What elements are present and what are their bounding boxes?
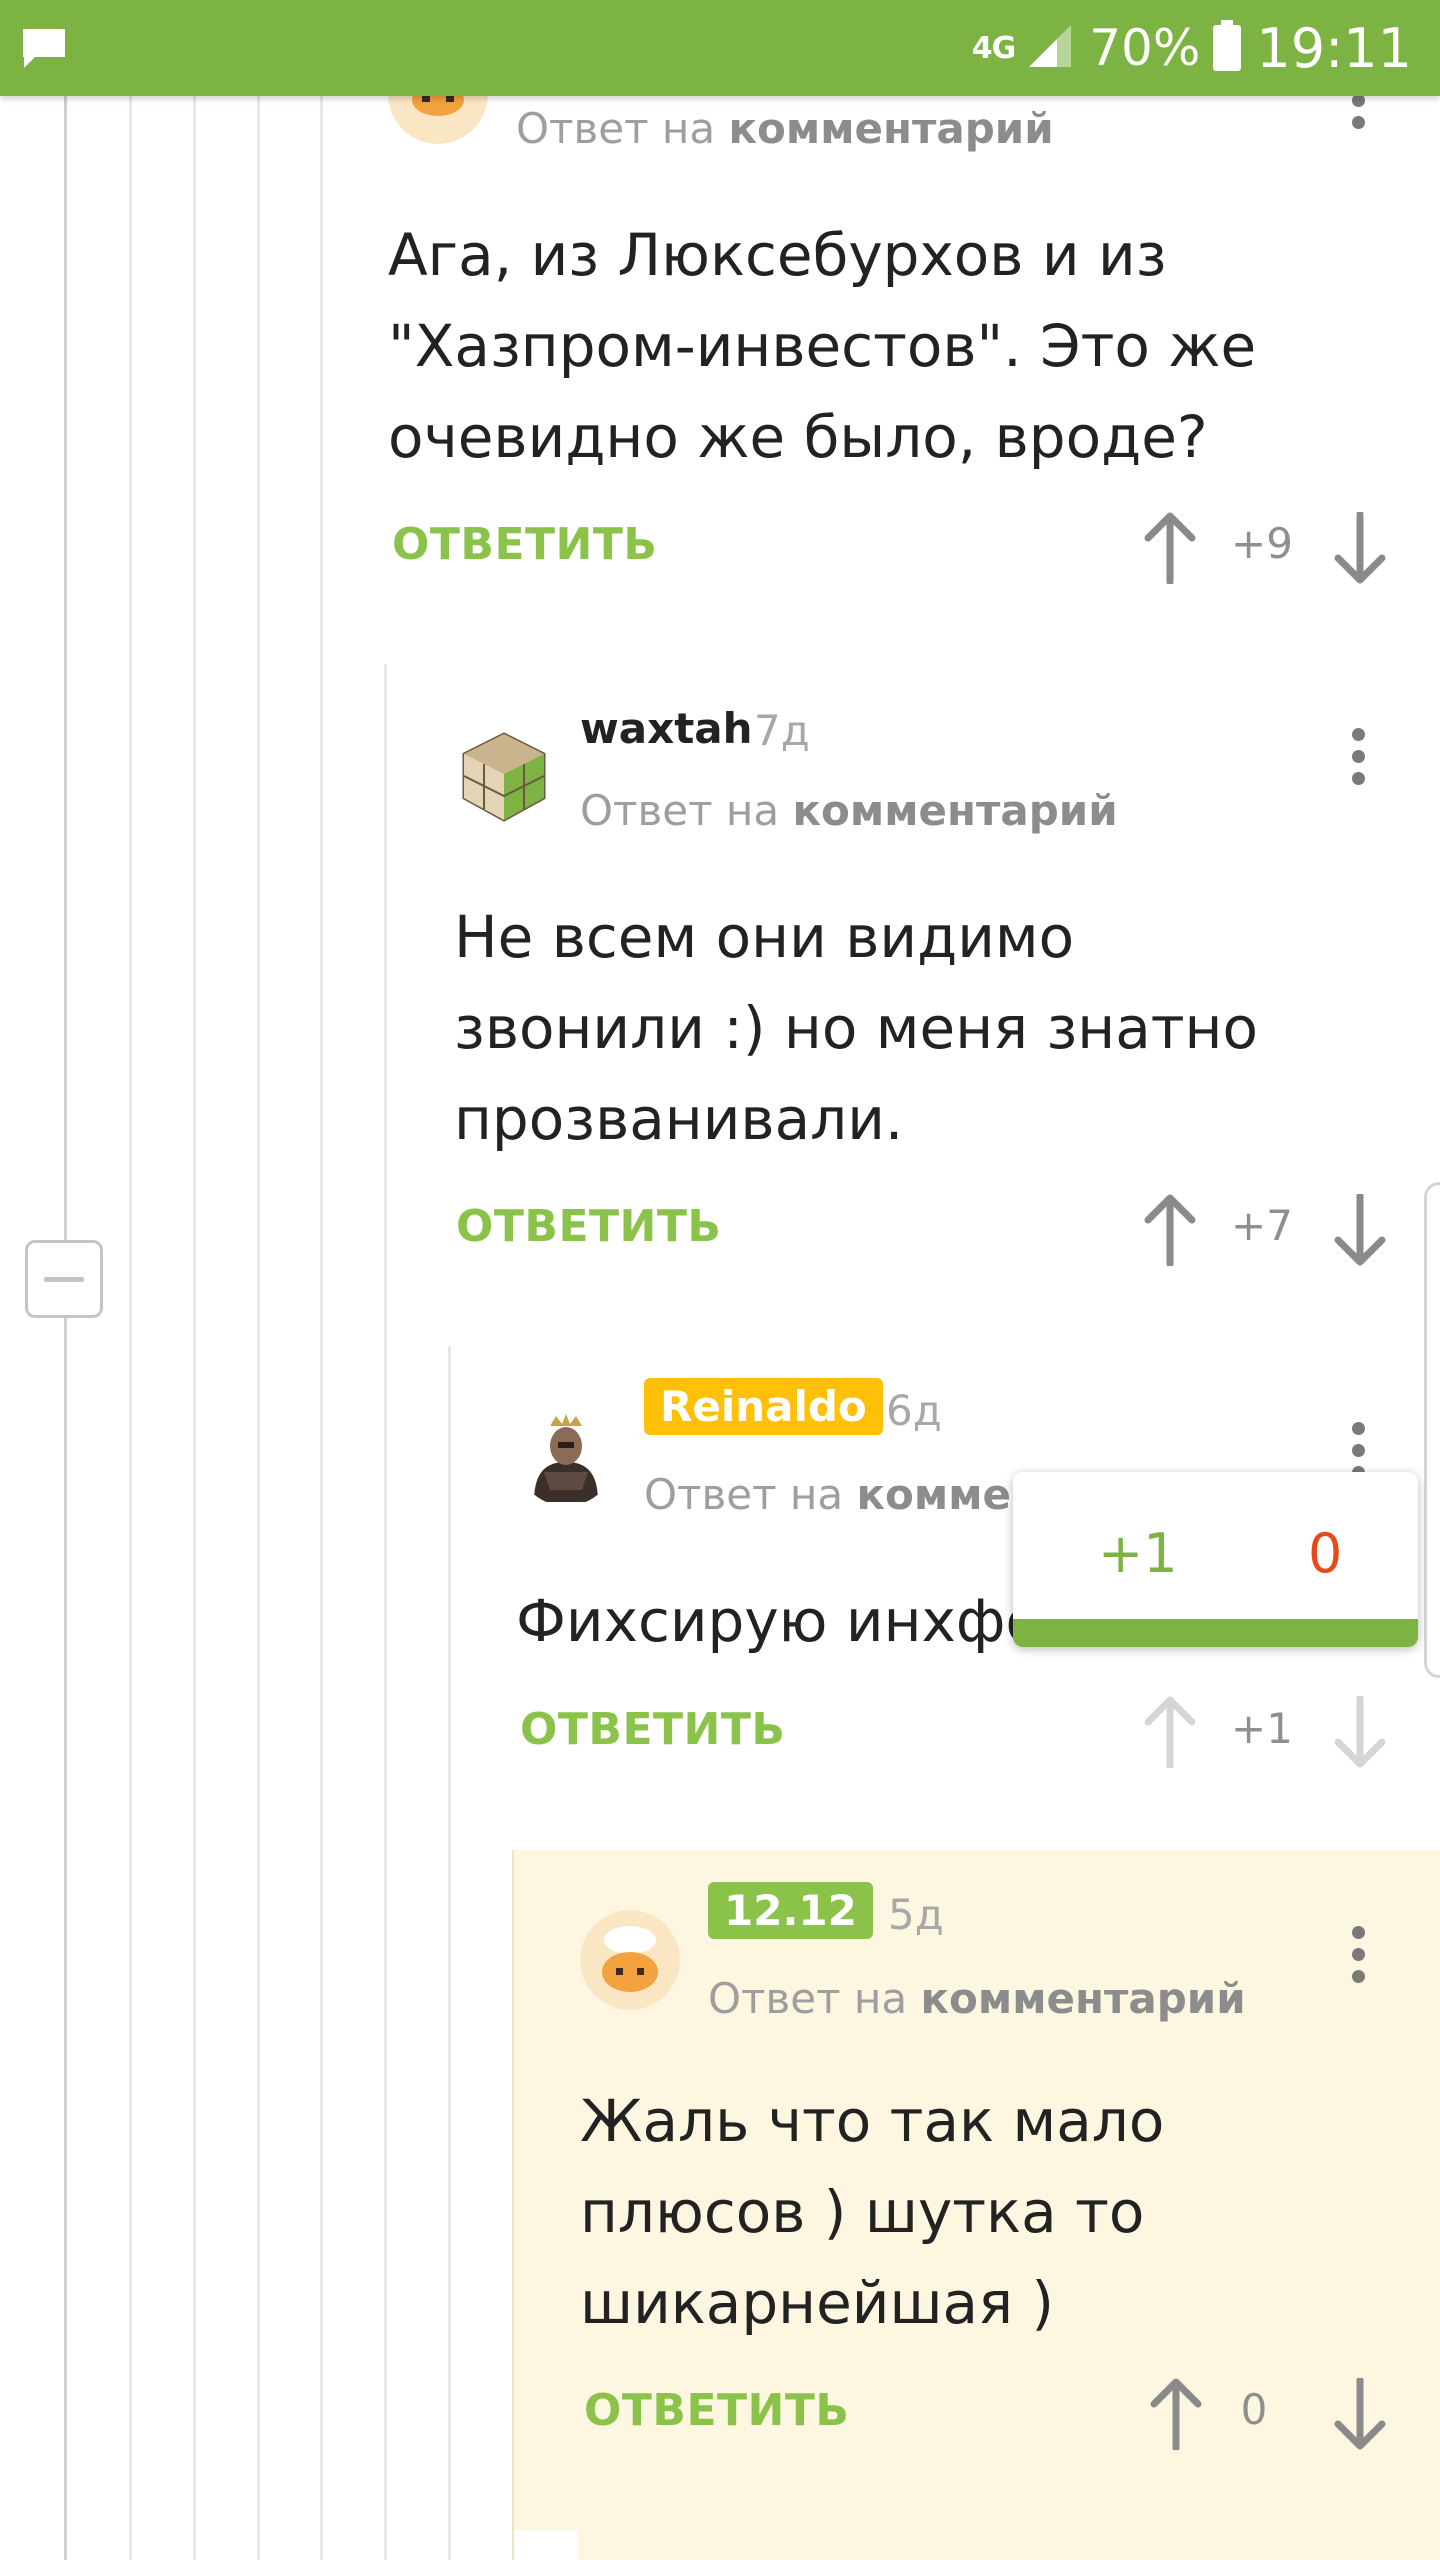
comment: waxtah 7д Ответ на комментарий Не всем о… [386, 666, 1440, 1346]
side-panel-handle[interactable] [1424, 1182, 1440, 1678]
thread-line [64, 96, 67, 2560]
downvote-arrow-icon[interactable] [1330, 512, 1390, 584]
comment-highlighted: 12.12 5д Ответ на комментарий Жаль что т… [514, 1850, 1440, 2560]
reply-to-link[interactable]: комментарий [793, 786, 1118, 835]
status-bar: 4G 70% 19:11 [0, 0, 1440, 96]
thread-line [193, 96, 196, 2560]
reply-to-prefix: Ответ на [644, 1470, 844, 1519]
comment-body: Жаль что так мало плюсов ) шутка то шика… [580, 2076, 1164, 2349]
reply-to-text: Ответ на комментарий [516, 104, 1054, 153]
comment-age: 7д [754, 706, 810, 755]
comment-line: очевидно же было, вроде? [388, 403, 1208, 471]
screen: 4G 70% 19:11 Ответ на комментарий Ага, и… [0, 0, 1440, 2560]
reply-to-link[interactable]: комментарий [921, 1974, 1246, 2023]
comment-score: +7 [1231, 1201, 1293, 1250]
rating-plus: +1 [1098, 1522, 1178, 1585]
collapse-thread-button[interactable] [25, 1240, 103, 1318]
reply-to-prefix: Ответ на [580, 786, 780, 835]
author-badge[interactable]: Reinaldo [644, 1378, 883, 1435]
reply-to-text: Ответ на коммен [644, 1470, 1040, 1519]
reply-to-prefix: Ответ на [708, 1974, 908, 2023]
battery-percent: 70% [1089, 19, 1201, 77]
more-menu-icon[interactable] [1346, 726, 1370, 790]
reply-to-text: Ответ на комментарий [708, 1974, 1246, 2023]
comment-age: 6д [886, 1386, 942, 1435]
reply-to-text: Ответ на комментарий [580, 786, 1118, 835]
comment-score: 0 [1240, 2385, 1268, 2434]
rating-minus: 0 [1308, 1522, 1343, 1585]
comment-line: Жаль что так мало [580, 2087, 1165, 2155]
clock: 19:11 [1256, 16, 1412, 80]
comment-line: прозванивали. [454, 1085, 904, 1153]
comment-line: шикарнейшая ) [580, 2269, 1055, 2337]
downvote-arrow-icon[interactable] [1330, 2378, 1390, 2450]
author-name[interactable]: waxtah [580, 704, 753, 753]
avatar [516, 1406, 616, 1506]
reply-button[interactable]: ОТВЕТИТЬ [520, 1704, 785, 1755]
reply-button[interactable]: ОТВЕТИТЬ [456, 1201, 721, 1252]
upvote-arrow-icon[interactable] [1140, 512, 1200, 584]
reply-to-prefix: Ответ на [516, 104, 716, 153]
reply-button[interactable]: ОТВЕТИТЬ [584, 2385, 849, 2436]
upvote-arrow-icon[interactable] [1140, 1194, 1200, 1266]
comment-line: Ага, из Люксебурхов и из [388, 221, 1167, 289]
signal-icon [1027, 23, 1073, 73]
network-type: 4G [971, 30, 1016, 66]
rating-bar [1013, 1619, 1418, 1647]
comment-body: Фихсирую инхфо [516, 1576, 1041, 1667]
avatar [580, 1910, 680, 2010]
avatar [454, 726, 554, 826]
battery-icon [1212, 20, 1242, 76]
author-badge[interactable]: 12.12 [708, 1882, 873, 1939]
comment-line: Фихсирую инхфо [516, 1587, 1041, 1655]
comment-line: "Хазпром-инвестов". Это же [388, 312, 1257, 380]
downvote-arrow-icon[interactable] [1330, 1194, 1390, 1266]
reply-button[interactable]: ОТВЕТИТЬ [392, 519, 657, 570]
nested-reply-edge [514, 2530, 578, 2560]
upvote-arrow-icon[interactable] [1140, 1696, 1200, 1768]
comment-score: +1 [1231, 1704, 1293, 1753]
comment: Ответ на комментарий Ага, из Люксебурхов… [322, 44, 1440, 666]
comment-score: +9 [1231, 519, 1293, 568]
upvote-arrow-icon[interactable] [1146, 2378, 1206, 2450]
thread-line [257, 96, 260, 2560]
status-icons: 4G 70% 19:11 [972, 14, 1412, 82]
comment-line: Не всем они видимо [454, 903, 1075, 971]
rating-popup: +1 0 [1013, 1472, 1418, 1647]
comment-line: звонили :) но меня знатно [454, 994, 1258, 1062]
comment-body: Не всем они видимо звонили :) но меня зн… [454, 892, 1258, 1165]
more-menu-icon[interactable] [1346, 1924, 1370, 1988]
comment-body: Ага, из Люксебурхов и из "Хазпром-инвест… [388, 210, 1256, 483]
message-icon [20, 26, 68, 74]
reply-to-link[interactable]: комментарий [729, 104, 1054, 153]
thread-line [129, 96, 132, 2560]
comment-line: плюсов ) шутка то [580, 2178, 1145, 2246]
comment-age: 5д [888, 1890, 944, 1939]
downvote-arrow-icon[interactable] [1330, 1696, 1390, 1768]
minus-icon [44, 1277, 84, 1282]
